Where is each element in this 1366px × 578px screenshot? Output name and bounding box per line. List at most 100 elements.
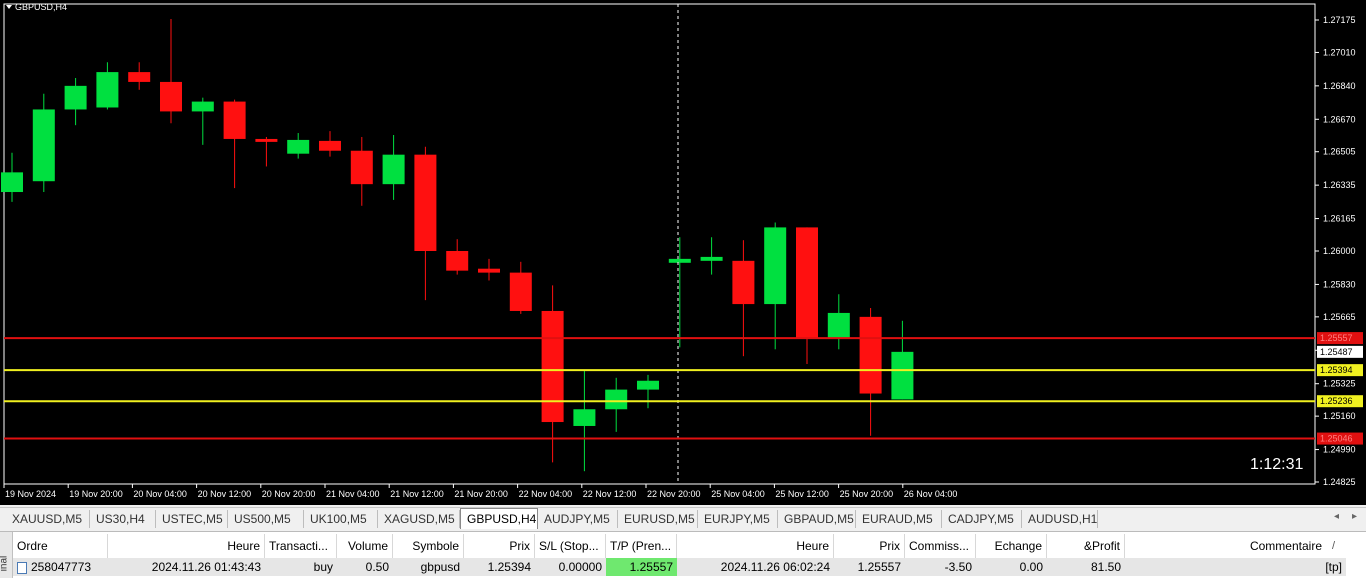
chart-tab[interactable]: XAUUSD,M5 [6,510,90,528]
col-header-prix-close[interactable]: Prix [834,534,905,558]
candle[interactable] [319,131,341,157]
chart-tab[interactable]: AUDJPY,M5 [538,510,618,528]
cell-symbole[interactable]: gbpusd [393,558,464,576]
chart-tab[interactable]: US500,M5 [228,510,304,528]
candle[interactable] [414,146,437,301]
price-level-badge-label: 1.25557 [1320,333,1353,343]
cell-profit[interactable]: 81.50 [1047,558,1125,576]
cell-heure[interactable]: 2024.11.26 01:43:43 [108,558,265,576]
chart-tab[interactable]: EURAUD,M5 [856,510,942,528]
chart-tab[interactable]: XAGUSD,M5 [378,510,460,528]
candle[interactable] [96,62,119,110]
chart-tab[interactable]: EURJPY,M5 [698,510,778,528]
y-tick-label: 1.26505 [1323,147,1356,157]
chart-tab[interactable]: EURUSD,M5 [618,510,698,528]
col-header-symbole[interactable]: Symbole [393,534,464,558]
chart-tab[interactable]: AUDUSD,H1 [1022,510,1098,528]
dropdown-triangle-icon[interactable] [6,5,12,9]
candle-body [255,138,278,142]
candle[interactable] [700,237,723,275]
col-header-volume[interactable]: Volume [337,534,393,558]
candle[interactable] [287,133,310,159]
terminal-side-label: inal [0,532,13,578]
candle[interactable] [605,377,628,432]
candle[interactable] [382,135,405,200]
col-header-echange[interactable]: Echange [976,534,1047,558]
y-tick-label: 1.27010 [1323,47,1356,57]
cell-prix[interactable]: 1.25394 [464,558,535,576]
cell-tp[interactable]: 1.25557 [606,558,677,576]
chart-tab[interactable]: CADJPY,M5 [942,510,1022,528]
candle[interactable] [350,136,373,206]
cell-volume[interactable]: 0.50 [337,558,393,576]
price-level-badge-label: 1.25046 [1320,434,1353,444]
col-header-heure-close[interactable]: Heure [677,534,834,558]
col-header-sl[interactable]: S/L (Stop... [535,534,606,558]
cell-echange[interactable]: 0.00 [976,558,1047,576]
chart-area[interactable]: 1.27175 1.27010 1.26840 1.26670 1.26505 1.263… [0,0,1366,505]
candle[interactable] [764,222,787,350]
candle[interactable] [64,77,87,126]
chart-tab[interactable]: USTEC,M5 [156,510,228,528]
y-tick-label: 1.27175 [1323,15,1356,25]
candle[interactable] [541,285,564,463]
candle[interactable] [478,258,500,281]
cell-ordre[interactable]: 258047773 [13,558,108,576]
candle[interactable] [32,93,55,193]
candle-body [64,85,87,110]
candle[interactable] [191,97,214,145]
candle[interactable] [891,320,914,400]
x-tick-label: 21 Nov 20:00 [454,489,508,499]
tabs-scroll-left-icon[interactable]: ◂ [1334,511,1339,522]
candle[interactable] [128,62,151,90]
y-tick-label: 1.26335 [1323,180,1356,190]
candle[interactable] [668,237,691,348]
col-header-prix[interactable]: Prix [464,534,535,558]
candle-body [732,260,755,305]
col-header-commentaire[interactable]: Commentaire [1125,534,1350,558]
tabs-scroll-right-icon[interactable]: ▸ [1352,511,1357,522]
y-tick-label: 1.24990 [1323,445,1356,455]
candle[interactable] [573,369,596,472]
chart-title: GBPUSD,H4 [6,2,67,12]
candle[interactable] [796,227,818,365]
terminal-panel: inal Ordre Heure Transacti... Volume Sym… [0,531,1366,578]
chart-tab[interactable]: GBPUSD,H4 [460,508,538,529]
chart-tab[interactable]: UK100,M5 [304,510,378,528]
cell-heure-close[interactable]: 2024.11.26 06:02:24 [677,558,834,576]
cell-transaction[interactable]: buy [265,558,337,576]
y-tick-label: 1.26165 [1323,214,1356,224]
price-chart[interactable]: 1.27175 1.27010 1.26840 1.26670 1.26505 1.263… [0,0,1366,505]
chart-tab[interactable]: GBPAUD,M5 [778,510,856,528]
candle-body [668,258,691,263]
candle[interactable] [255,136,278,167]
col-header-tp[interactable]: T/P (Pren... [606,534,677,558]
candle[interactable] [509,261,532,314]
candle-body [223,101,246,139]
col-header-commission[interactable]: Commiss... [905,534,976,558]
col-header-profit[interactable]: &Profit [1047,534,1125,558]
col-header-ordre[interactable]: Ordre [13,534,108,558]
y-tick-label: 1.24825 [1323,477,1356,487]
candle-body [509,272,532,311]
candle[interactable] [859,308,882,436]
price-level-badge-label: 1.25394 [1320,365,1353,375]
candle[interactable] [160,19,182,124]
col-header-heure[interactable]: Heure [108,534,265,558]
cell-commentaire[interactable]: [tp] [1125,558,1346,576]
cell-commission[interactable]: -3.50 [905,558,976,576]
candle-body [128,72,151,82]
candle-body [319,140,341,151]
candle[interactable] [223,99,246,189]
column-resize-icon[interactable]: / [1332,534,1335,558]
candle[interactable] [446,239,469,275]
order-document-icon [17,561,27,574]
cell-prix-close[interactable]: 1.25557 [834,558,905,576]
chart-tab[interactable]: US30,H4 [90,510,156,528]
candle[interactable] [637,374,659,409]
cell-sl[interactable]: 0.00000 [535,558,606,576]
candle-timer: 1:12:31 [1250,456,1304,473]
col-header-transaction[interactable]: Transacti... [265,534,337,558]
candle[interactable] [827,294,850,350]
candle-body [191,101,214,112]
